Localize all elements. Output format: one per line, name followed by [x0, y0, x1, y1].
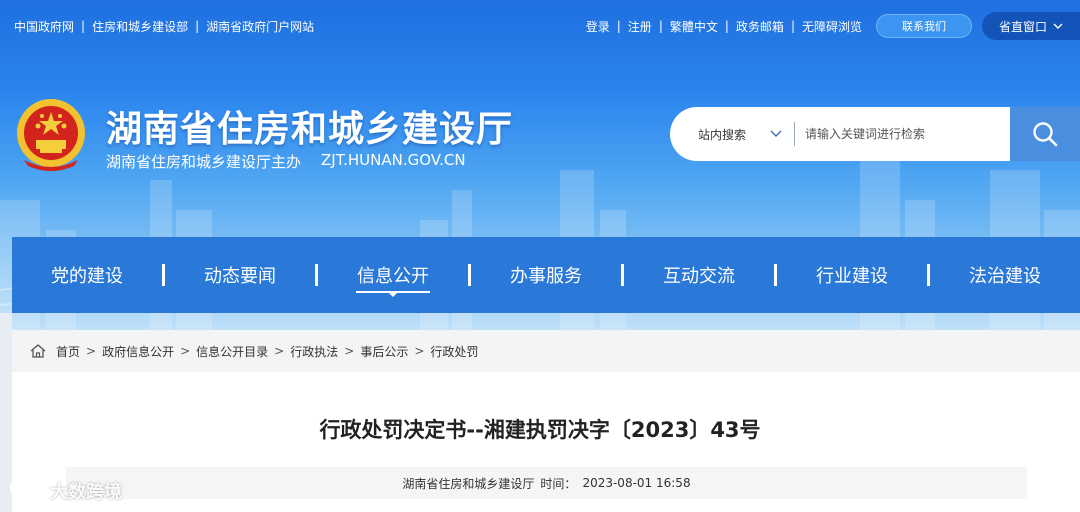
separator: |	[81, 19, 86, 33]
top-utility-bar: 中国政府网 | 住房和城乡建设部 | 湖南省政府门户网站 登录 | 注册 | 繁…	[0, 0, 1080, 52]
search-button[interactable]	[1010, 107, 1080, 161]
search-bar: 站内搜索	[670, 107, 1080, 161]
login-link[interactable]: 登录	[586, 18, 610, 35]
separator: |	[616, 19, 621, 33]
breadcrumb-separator: >	[344, 344, 355, 358]
nav-item-label: 党的建设	[51, 266, 123, 287]
active-caret-icon	[389, 293, 397, 297]
watermark-text: 大数跨境	[50, 482, 122, 503]
search-box: 站内搜索	[670, 107, 1010, 161]
provincial-window-label: 省直窗口	[998, 19, 1047, 34]
site-title: 湖南省住房和城乡建设厅	[106, 109, 514, 150]
search-scope-label: 站内搜索	[698, 127, 747, 142]
nav-item-info-disclosure[interactable]: 信息公开	[318, 237, 468, 313]
nav-item-rule-of-law[interactable]: 法治建设	[930, 237, 1080, 313]
nav-item-industry[interactable]: 行业建设	[777, 237, 927, 313]
breadcrumb-catalog[interactable]: 信息公开目录	[196, 343, 268, 360]
nav-item-party-building[interactable]: 党的建设	[12, 237, 162, 313]
watermark-logo-icon	[10, 483, 38, 499]
national-emblem-logo	[17, 99, 85, 171]
search-scope-select[interactable]: 站内搜索	[670, 126, 794, 143]
separator: |	[724, 19, 729, 33]
article-time: 2023-08-01 16:58	[582, 476, 691, 490]
chevron-down-icon	[770, 130, 782, 137]
article-title: 行政处罚决定书--湘建执罚决字〔2023〕43号	[319, 418, 761, 442]
breadcrumb-separator: >	[274, 344, 285, 358]
site-subtitle: 湖南省住房和城乡建设厅主办 ZJT.HUNAN.GOV.CN	[106, 151, 466, 172]
link-hunan-gov[interactable]: 湖南省政府门户网站	[206, 18, 314, 35]
article-source: 湖南省住房和城乡建设厅	[402, 476, 535, 491]
nav-item-news[interactable]: 动态要闻	[165, 237, 315, 313]
search-icon	[1033, 122, 1058, 147]
article-meta: 湖南省住房和城乡建设厅 时间： 2023-08-01 16:58	[66, 467, 1027, 499]
breadcrumb-separator: >	[180, 344, 191, 358]
nav-item-label: 信息公开	[357, 266, 429, 287]
nav-item-services[interactable]: 办事服务	[471, 237, 621, 313]
gov-mailbox-link[interactable]: 政务邮箱	[736, 18, 784, 35]
accessibility-link[interactable]: 无障碍浏览	[802, 18, 862, 35]
breadcrumb-separator: >	[86, 344, 97, 358]
breadcrumb-penalty[interactable]: 行政处罚	[430, 343, 478, 360]
main-navigation: 党的建设 动态要闻 信息公开 办事服务 互动交流 行业建设 法治建设	[12, 237, 1080, 313]
user-links: 登录 | 注册 | 繁體中文 | 政务邮箱 | 无障碍浏览 联系我们 省直窗口	[586, 12, 1080, 40]
separator: |	[658, 19, 663, 33]
nav-item-label: 法治建设	[969, 266, 1041, 287]
breadcrumb: 首页 > 政府信息公开 > 信息公开目录 > 行政执法 > 事后公示 > 行政处…	[12, 330, 1080, 372]
register-link[interactable]: 注册	[628, 18, 652, 35]
breadcrumb-post-notice[interactable]: 事后公示	[360, 343, 408, 360]
contact-us-button[interactable]: 联系我们	[876, 14, 972, 38]
traditional-chinese-link[interactable]: 繁體中文	[670, 18, 718, 35]
search-input[interactable]	[795, 119, 1010, 149]
watermark: 大数跨境	[8, 478, 122, 504]
provincial-window-button[interactable]: 省直窗口	[982, 12, 1080, 40]
breadcrumb-gov-info[interactable]: 政府信息公开	[102, 343, 174, 360]
link-mohurd[interactable]: 住房和城乡建设部	[92, 18, 188, 35]
site-domain: ZJT.HUNAN.GOV.CN	[321, 151, 466, 169]
nav-item-label: 办事服务	[510, 266, 582, 287]
nav-item-interaction[interactable]: 互动交流	[624, 237, 774, 313]
nav-item-label: 行业建设	[816, 266, 888, 287]
separator: |	[790, 19, 795, 33]
separator: |	[195, 19, 200, 33]
breadcrumb-enforcement[interactable]: 行政执法	[290, 343, 338, 360]
nav-item-label: 动态要闻	[204, 266, 276, 287]
link-gov-cn[interactable]: 中国政府网	[14, 18, 74, 35]
sponsor-text: 湖南省住房和城乡建设厅主办	[106, 153, 302, 171]
chevron-down-icon	[1053, 23, 1063, 29]
nav-item-label: 互动交流	[663, 266, 735, 287]
time-label: 时间：	[540, 476, 577, 491]
breadcrumb-separator: >	[414, 344, 425, 358]
external-links: 中国政府网 | 住房和城乡建设部 | 湖南省政府门户网站	[14, 18, 314, 35]
home-icon	[30, 344, 46, 358]
breadcrumb-home[interactable]: 首页	[56, 343, 80, 360]
